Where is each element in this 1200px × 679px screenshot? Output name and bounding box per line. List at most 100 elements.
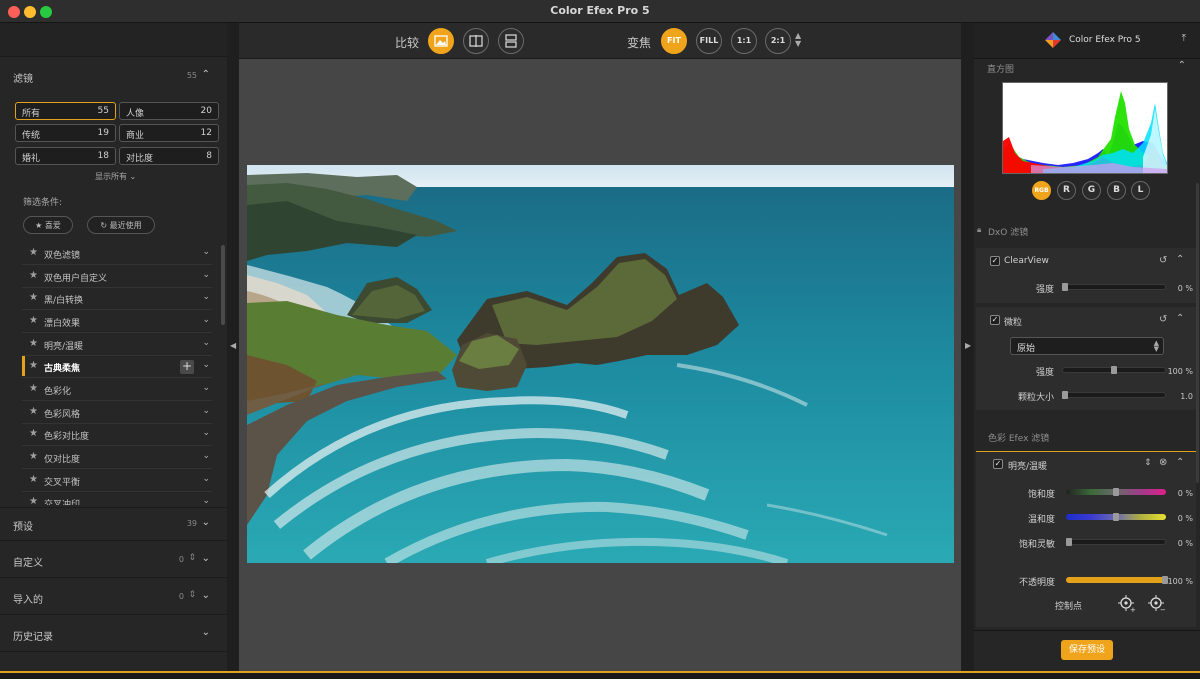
slider-knob[interactable]	[1062, 391, 1068, 399]
zoom-stepper-icon[interactable]: ▲ ▼	[795, 32, 801, 48]
chevron-up-icon[interactable]: ⌃	[202, 69, 210, 80]
filter-item[interactable]: ★ 黑/白转换 ⌄	[22, 288, 212, 310]
imported-section-header[interactable]: 导入的 0 ⇕ ⌄	[0, 581, 227, 615]
chevron-down-icon[interactable]: ⌄	[202, 451, 210, 461]
chevron-down-icon[interactable]: ⌄	[202, 590, 210, 601]
slider-knob[interactable]	[1062, 283, 1068, 291]
slider-knob[interactable]	[1066, 538, 1072, 546]
reset-icon[interactable]: ↺	[1159, 314, 1167, 325]
star-icon[interactable]: ★	[29, 360, 38, 371]
category-contrast[interactable]: 对比度 8	[119, 147, 219, 165]
slider-knob[interactable]	[1113, 488, 1119, 496]
right-panel-scrollbar[interactable]	[1196, 183, 1199, 483]
star-icon[interactable]: ★	[29, 406, 38, 417]
chevron-up-icon[interactable]: ⌃	[1176, 457, 1184, 468]
right-panel-toggle[interactable]: ▶	[961, 23, 974, 671]
star-icon[interactable]: ★	[29, 338, 38, 349]
filter-item[interactable]: ★ 交叉平衡 ⌄	[22, 470, 212, 492]
star-icon[interactable]: ★	[29, 496, 38, 505]
category-portrait[interactable]: 人像 20	[119, 102, 219, 120]
chevron-down-icon[interactable]: ⌄	[202, 627, 210, 638]
zoom-fit-button[interactable]: FIT	[661, 28, 687, 54]
split-view-button[interactable]	[463, 28, 489, 54]
chevron-up-icon[interactable]: ⌃	[1176, 254, 1184, 265]
chevron-up-icon[interactable]: ⌃	[1178, 60, 1186, 71]
opacity-slider[interactable]	[1066, 577, 1166, 583]
remove-control-point-icon[interactable]: −	[1148, 595, 1166, 613]
presets-section-header[interactable]: 预设 39 ⌄	[0, 507, 227, 541]
grain-header[interactable]: ✓ 微粒 ↺ ⌃	[976, 311, 1196, 333]
filter-item-hovered[interactable]: ★ 古典柔焦 + ⌄	[22, 356, 212, 378]
grain-size-slider[interactable]	[1062, 392, 1166, 398]
grain-preset-select[interactable]: 原始 ▲ ▼	[1010, 337, 1164, 355]
chevron-down-icon[interactable]: ⌄	[202, 517, 210, 528]
filter-item[interactable]: ★ 双色用户自定义 ⌄	[22, 266, 212, 288]
chevron-down-icon[interactable]: ⌄	[202, 406, 210, 416]
clearview-strength-slider[interactable]	[1062, 284, 1166, 290]
star-icon[interactable]: ★	[29, 383, 38, 394]
remove-filter-icon[interactable]: ⊗	[1159, 457, 1167, 468]
star-icon[interactable]: ★	[29, 451, 38, 462]
chevron-down-icon[interactable]: ⌄	[202, 292, 210, 302]
filter-item[interactable]: ★ 仅对比度 ⌄	[22, 447, 212, 469]
favorites-filter-button[interactable]: ★ 喜爱	[23, 216, 73, 234]
brilliance-header[interactable]: ✓ 明亮/温暖 ⇕ ⊗ ⌃	[976, 456, 1196, 478]
show-all-link[interactable]: 显示所有 ⌄	[95, 171, 136, 182]
category-all[interactable]: 所有 55	[15, 102, 116, 120]
channel-g-button[interactable]: G	[1082, 181, 1101, 200]
single-view-button[interactable]	[428, 28, 454, 54]
brilliance-checkbox[interactable]: ✓	[993, 459, 1003, 469]
channel-l-button[interactable]: L	[1131, 181, 1150, 200]
chevron-down-icon[interactable]: ⌄	[202, 474, 210, 484]
chevron-down-icon[interactable]: ⌄	[202, 496, 210, 505]
slider-knob[interactable]	[1111, 366, 1117, 374]
zoom-200-button[interactable]: 2:1	[765, 28, 791, 54]
filter-item[interactable]: ★ 漂白效果 ⌄	[22, 311, 212, 333]
chevron-down-icon[interactable]: ⌄	[202, 360, 210, 370]
zoom-fill-button[interactable]: FILL	[696, 28, 722, 54]
chevron-down-icon[interactable]: ⌄	[202, 270, 210, 280]
star-icon[interactable]: ★	[29, 247, 38, 258]
sensitivity-slider[interactable]	[1066, 539, 1166, 545]
left-panel-toggle[interactable]: ◀	[227, 23, 239, 671]
filters-section-header[interactable]: 滤镜 55 ⌃	[0, 60, 227, 94]
channel-r-button[interactable]: R	[1057, 181, 1076, 200]
star-icon[interactable]: ★	[29, 315, 38, 326]
category-commercial[interactable]: 商业 12	[119, 124, 219, 142]
side-by-side-button[interactable]	[498, 28, 524, 54]
sort-icon[interactable]: ⇕	[188, 590, 196, 600]
slider-knob[interactable]	[1113, 513, 1119, 521]
history-section-header[interactable]: 历史记录 ⌄	[0, 618, 227, 652]
filter-item[interactable]: ★ 色彩风格 ⌄	[22, 402, 212, 424]
filter-list-scrollbar[interactable]	[221, 245, 225, 325]
grain-checkbox[interactable]: ✓	[990, 315, 1000, 325]
star-icon[interactable]: ★	[29, 474, 38, 485]
star-icon[interactable]: ★	[29, 292, 38, 303]
save-preset-button[interactable]: 保存预设	[1061, 640, 1113, 660]
filter-item[interactable]: ★ 色彩化 ⌄	[22, 379, 212, 401]
channel-b-button[interactable]: B	[1107, 181, 1126, 200]
chevron-down-icon[interactable]: ⌄	[202, 383, 210, 393]
chevron-down-icon[interactable]: ⌄	[202, 247, 210, 257]
star-icon[interactable]: ★	[29, 428, 38, 439]
chevron-down-icon[interactable]: ⌄	[202, 428, 210, 438]
recent-filter-button[interactable]: ↻ 最近使用	[87, 216, 155, 234]
add-control-point-icon[interactable]: +	[1118, 595, 1136, 613]
filter-item[interactable]: ★ 双色滤镜 ⌄	[22, 243, 212, 265]
chevron-up-icon[interactable]: ⌃	[1176, 313, 1184, 324]
chevron-down-icon[interactable]: ⌄	[202, 338, 210, 348]
reorder-icon[interactable]: ⇕	[1144, 458, 1152, 468]
collapse-all-icon[interactable]: ⤒	[1182, 33, 1186, 44]
clearview-checkbox[interactable]: ✓	[990, 256, 1000, 266]
chevron-down-icon[interactable]: ⌄	[202, 553, 210, 564]
category-wedding[interactable]: 婚礼 18	[15, 147, 116, 165]
clearview-header[interactable]: ✓ ClearView ↺ ⌃	[976, 252, 1196, 274]
category-traditional[interactable]: 传统 19	[15, 124, 116, 142]
collapse-right-icon[interactable]: ▶	[965, 341, 971, 350]
filter-item[interactable]: ★ 交叉冲印 ⌄	[22, 492, 212, 505]
collapse-left-icon[interactable]: ◀	[230, 341, 236, 350]
custom-section-header[interactable]: 自定义 0 ⇕ ⌄	[0, 544, 227, 578]
zoom-100-button[interactable]: 1:1	[731, 28, 757, 54]
add-filter-button[interactable]: +	[180, 360, 194, 374]
sort-icon[interactable]: ⇕	[188, 553, 196, 563]
